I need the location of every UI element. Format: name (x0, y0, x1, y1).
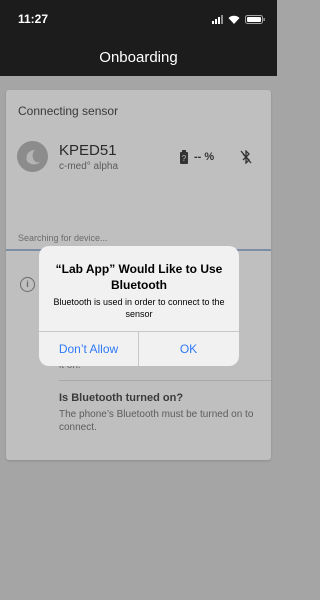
battery-icon (245, 14, 265, 24)
bluetooth-disabled-icon (240, 149, 252, 169)
tip-title: Is Bluetooth turned on? (59, 392, 184, 404)
wifi-icon (228, 15, 240, 24)
dont-allow-button[interactable]: Don’t Allow (39, 332, 138, 366)
tip-description: The phone’s Bluetooth must be turned on … (59, 409, 254, 433)
nav-bar: Onboarding (0, 38, 277, 76)
card-title: Connecting sensor (18, 104, 119, 118)
signal-icon (212, 14, 223, 24)
alert-title: “Lab App” Would Like to Use Bluetooth (55, 262, 223, 292)
device-logo-icon (17, 141, 48, 172)
tip-divider (59, 380, 271, 381)
bluetooth-permission-alert: “Lab App” Would Like to Use Bluetooth Bl… (39, 246, 239, 366)
status-icons (212, 12, 265, 26)
searching-status: Searching for device... (18, 233, 108, 243)
device-model: c-med° alpha (59, 161, 119, 172)
info-icon: i (20, 277, 35, 292)
device-name: KPED51 (59, 142, 117, 159)
device-battery-label: -- % (194, 151, 215, 163)
svg-text:?: ? (182, 154, 187, 163)
alert-message: Bluetooth is used in order to connect to… (53, 297, 225, 319)
status-bar: 11:27 (0, 0, 277, 38)
page-title: Onboarding (99, 48, 178, 66)
ok-button[interactable]: OK (139, 332, 238, 366)
device-battery-icon: ? (179, 150, 189, 169)
status-time: 11:27 (18, 12, 49, 26)
